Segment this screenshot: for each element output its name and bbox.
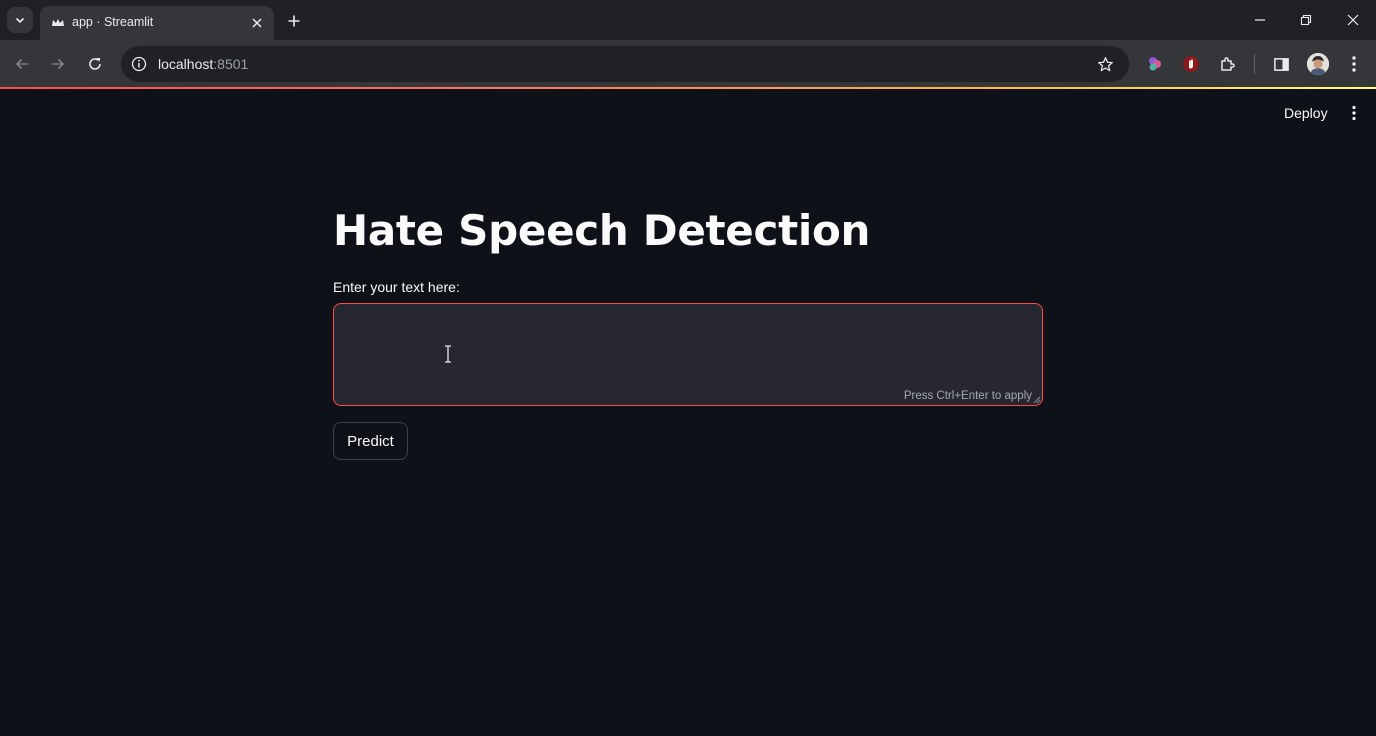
address-bar[interactable]: localhost:8501	[121, 46, 1129, 82]
apply-hint: Press Ctrl+Enter to apply	[903, 390, 1032, 402]
close-icon	[252, 18, 262, 28]
resize-handle-icon[interactable]	[1033, 396, 1041, 404]
star-icon	[1097, 56, 1113, 71]
close-window-button[interactable]	[1340, 8, 1366, 32]
url-text: localhost:8501	[158, 56, 248, 72]
restore-icon	[1300, 14, 1312, 26]
text-input-container: Press Ctrl+Enter to apply	[333, 303, 1043, 406]
new-tab-button[interactable]	[283, 10, 305, 32]
browser-tab-bar: app · Streamlit	[0, 0, 1376, 40]
red-hand-extension-icon	[1183, 56, 1199, 72]
browser-tab-active[interactable]: app · Streamlit	[40, 6, 274, 40]
avatar[interactable]	[1307, 53, 1329, 75]
page-title: Hate Speech Detection	[333, 206, 871, 255]
kebab-icon	[1352, 105, 1356, 121]
site-info-button[interactable]	[130, 55, 148, 73]
extension-button-2[interactable]	[1179, 52, 1203, 76]
url-port: :8501	[213, 56, 249, 72]
info-icon	[131, 56, 147, 72]
side-panel-button[interactable]	[1269, 52, 1293, 76]
text-cursor-icon	[445, 345, 451, 363]
url-host: localhost	[158, 56, 214, 72]
reload-button[interactable]	[83, 52, 107, 76]
close-tab-button[interactable]	[248, 14, 266, 32]
predict-button[interactable]: Predict	[333, 422, 408, 460]
tab-title: app · Streamlit	[72, 15, 154, 29]
browser-toolbar: localhost:8501	[0, 40, 1376, 88]
bookmark-button[interactable]	[1095, 54, 1115, 74]
close-icon	[1347, 14, 1359, 26]
extension-button-1[interactable]	[1143, 52, 1167, 76]
arrow-left-icon	[15, 58, 28, 70]
back-button[interactable]	[10, 52, 34, 76]
plus-icon	[288, 15, 300, 27]
kebab-icon	[1352, 56, 1356, 72]
side-panel-icon	[1273, 57, 1289, 71]
chevron-down-icon	[15, 17, 25, 24]
extensions-button[interactable]	[1216, 52, 1240, 76]
browser-menu-button[interactable]	[1342, 52, 1366, 76]
text-input-label: Enter your text here:	[333, 279, 460, 295]
forward-button[interactable]	[46, 52, 70, 76]
toolbar-separator	[1254, 54, 1255, 74]
deploy-button[interactable]: Deploy	[1276, 101, 1336, 125]
tab-search-button[interactable]	[7, 7, 33, 33]
arrow-right-icon	[52, 58, 65, 70]
minimize-icon	[1255, 19, 1265, 21]
restore-button[interactable]	[1293, 8, 1319, 32]
streamlit-crown-icon	[50, 15, 66, 31]
minimize-button[interactable]	[1247, 8, 1273, 32]
reload-icon	[89, 58, 101, 70]
page-loading-bar	[0, 87, 1376, 89]
puzzle-icon	[1221, 57, 1235, 71]
main-menu-button[interactable]	[1344, 102, 1364, 124]
color-extension-icon	[1149, 57, 1161, 71]
